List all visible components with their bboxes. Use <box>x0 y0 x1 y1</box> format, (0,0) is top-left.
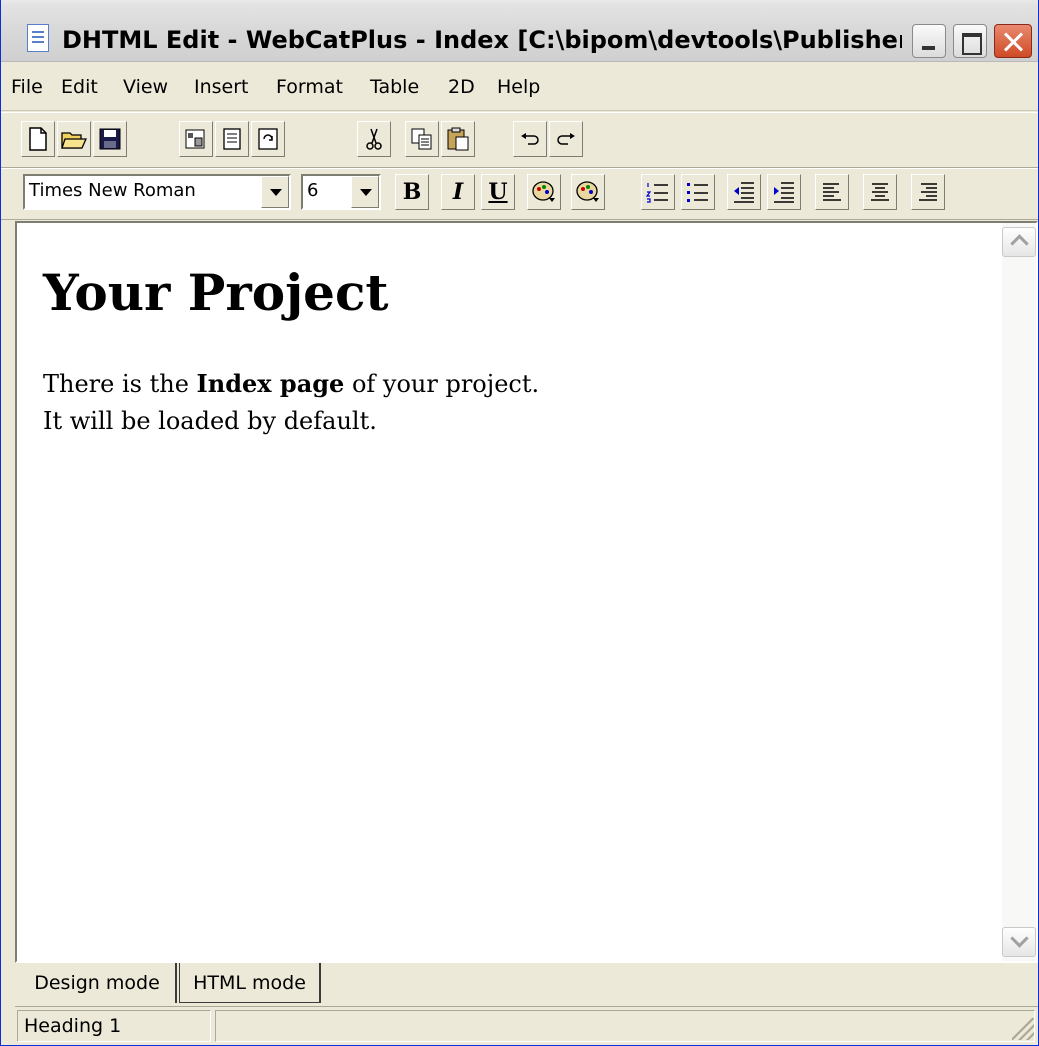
bulleted-list-button[interactable] <box>681 174 715 210</box>
document-view-icon <box>216 122 248 156</box>
document-icon <box>27 24 49 52</box>
paragraph-text: It will be loaded by default. <box>43 407 377 435</box>
copy-button[interactable] <box>405 121 439 157</box>
menu-2d[interactable]: 2D <box>448 75 475 99</box>
background-color-icon <box>572 175 604 209</box>
align-right-button[interactable] <box>911 174 945 210</box>
copy-icon <box>406 122 438 156</box>
app-window: DHTML Edit - WebCatPlus - Index [C:\bipo… <box>0 0 1039 1046</box>
paragraph-text: of your project. <box>344 370 540 398</box>
outdent-button[interactable] <box>727 174 761 210</box>
paragraph-bold-text: Index page <box>196 369 345 398</box>
document-view-button[interactable] <box>215 121 249 157</box>
save-disk-icon <box>94 122 126 156</box>
window-title: DHTML Edit - WebCatPlus - Index [C:\bipo… <box>62 26 902 54</box>
align-center-button[interactable] <box>863 174 897 210</box>
scroll-down-button[interactable] <box>1002 927 1036 957</box>
undo-icon <box>514 122 546 156</box>
indent-button[interactable] <box>767 174 801 210</box>
close-button[interactable] <box>994 24 1032 58</box>
menu-help[interactable]: Help <box>497 75 540 99</box>
align-left-icon <box>816 175 848 209</box>
bulleted-list-icon <box>682 175 714 209</box>
refresh-button[interactable] <box>251 121 285 157</box>
foreground-color-button[interactable] <box>527 174 561 210</box>
numbered-list-icon <box>642 175 674 209</box>
indent-icon <box>768 175 800 209</box>
font-size-select[interactable]: 6 <box>301 174 381 210</box>
font-name-value: Times New Roman <box>29 180 196 201</box>
italic-icon: I <box>452 179 464 205</box>
new-button[interactable] <box>21 121 55 157</box>
undo-button[interactable] <box>513 121 547 157</box>
format-toolbar: Times New Roman 6 B I U <box>1 168 1038 220</box>
properties-icon <box>180 122 212 156</box>
bold-button[interactable]: B <box>395 174 429 210</box>
minimize-button[interactable] <box>912 24 946 58</box>
redo-icon <box>550 122 582 156</box>
save-button[interactable] <box>93 121 127 157</box>
open-folder-icon <box>58 122 90 156</box>
background-color-button[interactable] <box>571 174 605 210</box>
editor-frame: Your Project There is the Index page of … <box>15 221 1038 963</box>
menu-insert[interactable]: Insert <box>194 75 249 99</box>
paste-icon <box>442 122 474 156</box>
mode-tabs: Design mode HTML mode <box>15 963 1038 1007</box>
title-bar[interactable]: DHTML Edit - WebCatPlus - Index [C:\bipo… <box>1 0 1038 62</box>
cut-button[interactable] <box>357 121 391 157</box>
resize-grip-icon[interactable] <box>1012 1018 1034 1040</box>
new-icon <box>22 122 54 156</box>
chevron-down-icon[interactable] <box>351 176 379 208</box>
block-format-status: Heading 1 <box>17 1010 211 1042</box>
bold-icon: B <box>402 179 422 205</box>
standard-toolbar <box>1 112 1038 168</box>
status-bar: Heading 1 <box>15 1008 1038 1044</box>
menu-file[interactable]: File <box>11 75 43 99</box>
open-button[interactable] <box>57 121 91 157</box>
refresh-icon <box>252 122 284 156</box>
font-name-select[interactable]: Times New Roman <box>23 174 291 210</box>
design-editor[interactable]: Your Project There is the Index page of … <box>17 223 1002 961</box>
status-message <box>215 1010 1035 1042</box>
maximize-button[interactable] <box>953 24 987 58</box>
document-heading[interactable]: Your Project <box>43 263 389 322</box>
chevron-down-icon[interactable] <box>261 176 289 208</box>
menu-table[interactable]: Table <box>370 75 419 99</box>
cut-icon <box>358 122 390 156</box>
outdent-icon <box>728 175 760 209</box>
menu-format[interactable]: Format <box>276 75 343 99</box>
foreground-color-icon <box>528 175 560 209</box>
tab-design-mode[interactable]: Design mode <box>19 963 177 1003</box>
tab-html-mode[interactable]: HTML mode <box>179 963 321 1003</box>
paragraph-text: There is the <box>43 370 197 398</box>
properties-button[interactable] <box>179 121 213 157</box>
align-right-icon <box>912 175 944 209</box>
vertical-scrollbar[interactable] <box>1002 223 1036 961</box>
menu-bar: File Edit View Insert Format Table 2D He… <box>1 63 1038 111</box>
align-center-icon <box>864 175 896 209</box>
font-size-value: 6 <box>307 180 319 201</box>
redo-button[interactable] <box>549 121 583 157</box>
document-paragraph[interactable]: There is the Index page of your project.… <box>43 365 539 440</box>
numbered-list-button[interactable] <box>641 174 675 210</box>
align-left-button[interactable] <box>815 174 849 210</box>
menu-edit[interactable]: Edit <box>61 75 98 99</box>
menu-view[interactable]: View <box>123 75 168 99</box>
italic-button[interactable]: I <box>441 174 475 210</box>
scroll-up-button[interactable] <box>1002 227 1036 257</box>
underline-icon: U <box>488 179 508 205</box>
paste-button[interactable] <box>441 121 475 157</box>
underline-button[interactable]: U <box>481 174 515 210</box>
